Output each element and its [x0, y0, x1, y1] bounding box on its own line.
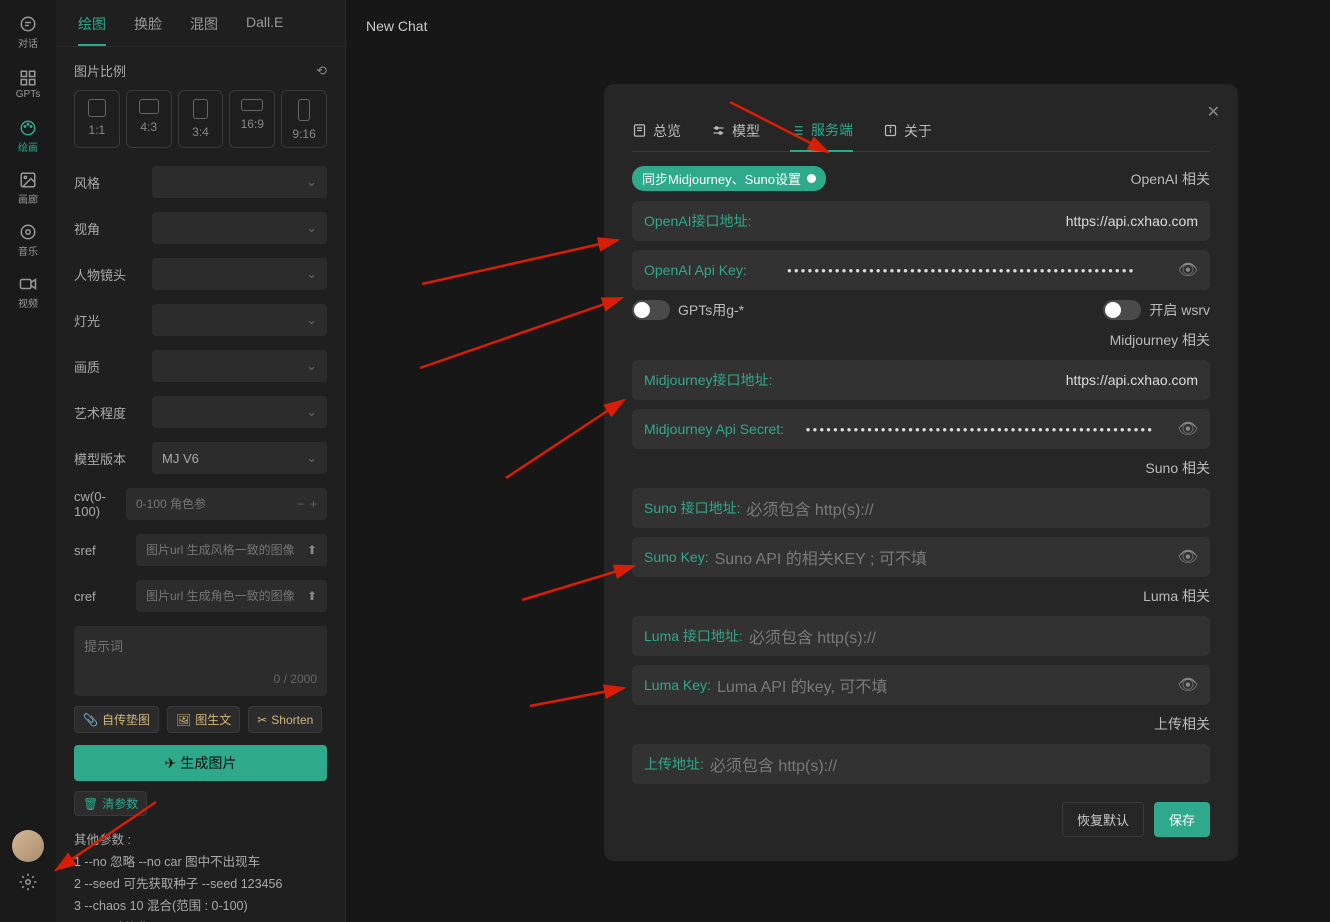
input-sref[interactable]: ⬆ [136, 534, 327, 566]
tab-faceswap[interactable]: 换脸 [134, 14, 162, 46]
label-quality: 画质 [74, 357, 152, 376]
eye-icon[interactable]: 👁 [1178, 260, 1198, 280]
ratio-1-1[interactable]: 1:1 [74, 90, 120, 148]
label-style: 风格 [74, 173, 152, 192]
tab-about[interactable]: 关于 [883, 120, 932, 151]
close-icon[interactable]: ✕ [1207, 102, 1220, 122]
nav-video[interactable]: 视频 [8, 272, 48, 312]
select-portrait[interactable]: ⌄ [152, 258, 327, 290]
image-icon [19, 171, 37, 189]
grid-icon [19, 69, 37, 87]
tab-draw[interactable]: 绘图 [78, 14, 106, 46]
mj-url-input[interactable]: Midjourney接口地址: https://api.cxhao.com [632, 360, 1210, 400]
label-cw: cw(0-100) [74, 489, 126, 519]
tab-dalle[interactable]: Dall.E [246, 14, 283, 46]
eye-icon[interactable]: 👁 [1178, 419, 1198, 439]
section-openai: OpenAI 相关 [1131, 169, 1210, 189]
ratio-16-9[interactable]: 16:9 [229, 90, 275, 148]
label-lighting: 灯光 [74, 311, 152, 330]
input-cref[interactable]: ⬆ [136, 580, 327, 612]
nav-chat[interactable]: 对话 [8, 12, 48, 52]
label-sref: sref [74, 543, 136, 558]
video-icon [19, 275, 37, 293]
ratio-9-16[interactable]: 9:16 [281, 90, 327, 148]
sliders-icon [711, 123, 726, 138]
label-angle: 视角 [74, 219, 152, 238]
sync-pill[interactable]: 同步Midjourney、Suno设置 [632, 166, 826, 191]
prompt-textarea[interactable]: 0 / 2000 [74, 626, 327, 696]
toggle-gpts[interactable]: GPTs用g-* [632, 300, 744, 320]
label-portrait: 人物镜头 [74, 265, 152, 284]
mj-secret-input[interactable]: Midjourney Api Secret: ●●●●●●●●●●●●●●●●●… [632, 409, 1210, 449]
select-model[interactable]: MJ V6⌄ [152, 442, 327, 474]
upload-icon[interactable]: ⬆ [307, 543, 317, 557]
ratio-row: 1:1 4:3 3:4 16:9 9:16 [74, 90, 327, 148]
hints: 其他参数 : 1 --no 忽略 --no car 图中不出现车 2 --see… [74, 830, 327, 922]
eye-icon[interactable]: 👁 [1178, 547, 1198, 567]
suno-url-input[interactable]: Suno 接口地址: 必须包含 http(s):// [632, 488, 1210, 528]
chip-shorten[interactable]: ✂Shorten [248, 706, 322, 733]
ratio-3-4[interactable]: 3:4 [178, 90, 224, 148]
side-tabs: 绘图 换脸 混图 Dall.E [56, 0, 345, 47]
nav-gpts[interactable]: GPTs [8, 64, 48, 104]
plus-icon[interactable]: + [310, 497, 317, 511]
save-button[interactable]: 保存 [1154, 802, 1210, 837]
gear-icon [19, 873, 37, 891]
music-icon [19, 223, 37, 241]
side-panel: 绘图 换脸 混图 Dall.E 图片比例 ⟲ 1:1 4:3 3:4 16:9 … [56, 0, 346, 922]
minus-icon[interactable]: − [297, 497, 304, 511]
tab-model[interactable]: 模型 [711, 120, 760, 151]
list-icon [790, 123, 805, 138]
doc-icon [632, 123, 647, 138]
tab-server[interactable]: 服务端 [790, 120, 853, 152]
settings-modal: ✕ 总览 模型 服务端 关于 同步Midjourney、Suno设置 OpenA… [604, 84, 1238, 861]
reset-button[interactable]: 恢复默认 [1062, 802, 1144, 837]
upload-icon[interactable]: ⬆ [307, 589, 317, 603]
chip-img2text[interactable]: 🖼图生文 [167, 706, 240, 733]
openai-url-input[interactable]: OpenAI接口地址: https://api.cxhao.com [632, 201, 1210, 241]
palette-icon [19, 119, 37, 137]
nav-music[interactable]: 音乐 [8, 220, 48, 260]
input-cw[interactable]: −+ [126, 488, 327, 520]
avatar[interactable] [12, 830, 44, 862]
nav-draw[interactable]: 绘画 [8, 116, 48, 156]
toggle-wsrv[interactable]: 开启 wsrv [1103, 300, 1210, 320]
section-luma: Luma 相关 [632, 586, 1210, 606]
chat-title: New Chat [346, 0, 1330, 52]
suno-key-input[interactable]: Suno Key: Suno API 的相关KEY ; 可不填 👁 [632, 537, 1210, 577]
select-lighting[interactable]: ⌄ [152, 304, 327, 336]
luma-key-input[interactable]: Luma Key: Luma API 的key, 可不填 👁 [632, 665, 1210, 705]
left-nav: 对话 GPTs 绘画 画廊 音乐 视频 [0, 0, 56, 922]
modal-tabs: 总览 模型 服务端 关于 [632, 120, 1210, 152]
select-style[interactable]: ⌄ [152, 166, 327, 198]
clear-params[interactable]: 🗑 清参数 [74, 791, 147, 816]
select-angle[interactable]: ⌄ [152, 212, 327, 244]
info-icon [883, 123, 898, 138]
tab-blend[interactable]: 混图 [190, 14, 218, 46]
tab-overview[interactable]: 总览 [632, 120, 681, 151]
luma-url-input[interactable]: Luma 接口地址: 必须包含 http(s):// [632, 616, 1210, 656]
upload-url-input[interactable]: 上传地址: 必须包含 http(s):// [632, 744, 1210, 784]
chat-icon [19, 15, 37, 33]
label-model: 模型版本 [74, 449, 152, 468]
generate-button[interactable]: ✈ 生成图片 [74, 745, 327, 781]
label-artistry: 艺术程度 [74, 403, 152, 422]
openai-key-input[interactable]: OpenAI Api Key: ●●●●●●●●●●●●●●●●●●●●●●●●… [632, 250, 1210, 290]
select-quality[interactable]: ⌄ [152, 350, 327, 382]
char-count: 0 / 2000 [84, 672, 317, 686]
section-mj: Midjourney 相关 [632, 330, 1210, 350]
ratio-label: 图片比例 [74, 61, 126, 80]
reset-icon[interactable]: ⟲ [316, 63, 327, 79]
settings-gear[interactable] [8, 862, 48, 902]
eye-icon[interactable]: 👁 [1178, 675, 1198, 695]
select-artistry[interactable]: ⌄ [152, 396, 327, 428]
section-upload: 上传相关 [632, 714, 1210, 734]
label-cref: cref [74, 589, 136, 604]
ratio-4-3[interactable]: 4:3 [126, 90, 172, 148]
section-suno: Suno 相关 [632, 458, 1210, 478]
nav-gallery[interactable]: 画廊 [8, 168, 48, 208]
chip-upload-ref[interactable]: 📎自传垫图 [74, 706, 159, 733]
